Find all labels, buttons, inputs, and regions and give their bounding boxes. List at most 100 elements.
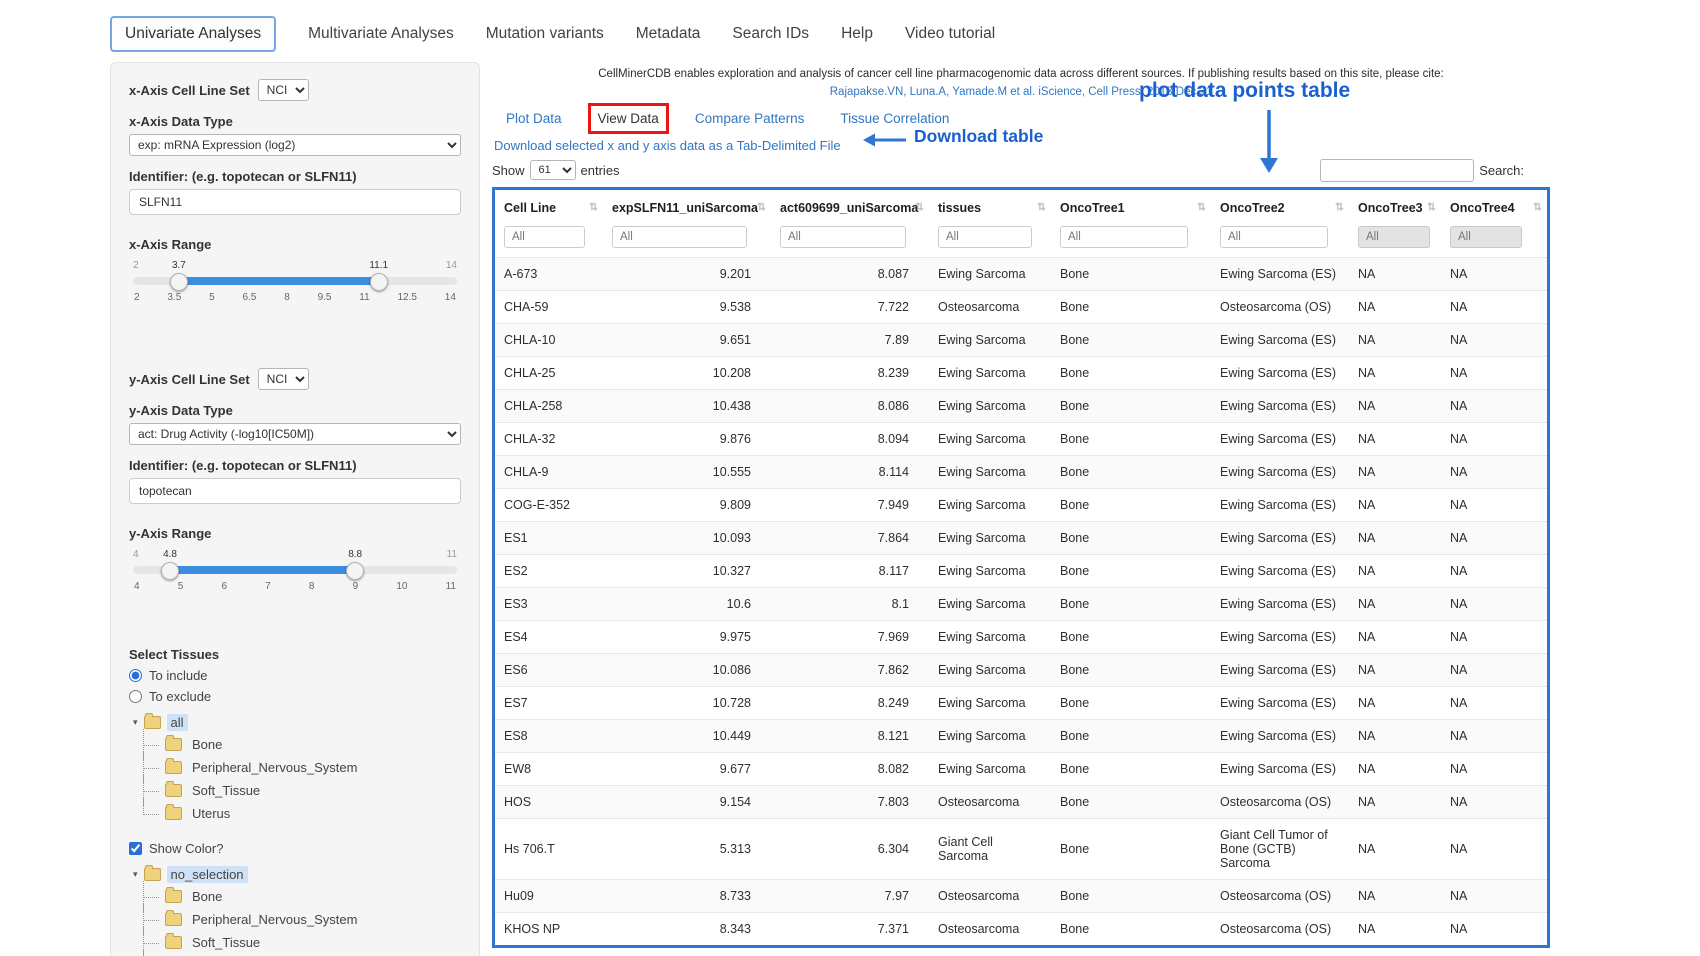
filter-input-oncotree2[interactable]	[1220, 226, 1328, 248]
slider-handle[interactable]	[170, 273, 188, 291]
entries-select[interactable]: 61	[530, 160, 576, 180]
table-cell: NA	[1441, 257, 1547, 290]
x-cell-line-set-select[interactable]: NCI	[258, 79, 309, 101]
subtab-tissue-correlation[interactable]: Tissue Correlation	[840, 111, 949, 126]
tree-item-label[interactable]: Bone	[188, 888, 226, 905]
sort-icon[interactable]: ⇅	[757, 200, 766, 213]
tree-exclude-root-label[interactable]: no_selection	[167, 866, 248, 883]
slider-track[interactable]	[133, 566, 457, 574]
tissues-include-radio[interactable]	[129, 669, 142, 682]
sort-icon[interactable]: ⇅	[1335, 200, 1344, 213]
show-color-checkbox[interactable]	[129, 842, 142, 855]
tab-help[interactable]: Help	[841, 17, 873, 51]
tree-include-root-label[interactable]: all	[167, 714, 188, 731]
y-cell-line-set-select[interactable]: NCI	[258, 368, 309, 390]
table-cell: 7.864	[771, 521, 929, 554]
tree-item-label[interactable]: Peripheral_Nervous_System	[188, 911, 361, 928]
table-cell: NA	[1441, 785, 1547, 818]
tree-item-label[interactable]: Soft_Tissue	[188, 934, 264, 951]
filter-input-tissues[interactable]	[938, 226, 1032, 248]
sort-icon[interactable]: ⇅	[1037, 200, 1046, 213]
table-cell: Ewing Sarcoma	[929, 488, 1051, 521]
sort-icon[interactable]: ⇅	[1427, 200, 1436, 213]
table-cell: Giant Cell Tumor of Bone (GCTB) Sarcoma	[1211, 818, 1349, 879]
table-cell: 9.201	[603, 257, 771, 290]
x-range-slider[interactable]: 23.711.11423.556.589.51112.514	[133, 260, 457, 312]
filter-input-oncotree4[interactable]	[1450, 226, 1522, 248]
y-identifier-input[interactable]	[129, 478, 461, 504]
tree-item-label[interactable]: Peripheral_Nervous_System	[188, 759, 361, 776]
table-cell: Bone	[1051, 620, 1211, 653]
table-cell: 8.117	[771, 554, 929, 587]
subtab-view-data[interactable]: View Data	[598, 111, 659, 126]
filter-cell	[495, 224, 603, 258]
tab-univariate-analyses[interactable]: Univariate Analyses	[110, 16, 276, 52]
filter-input-cell-line[interactable]	[504, 226, 585, 248]
filter-cell	[771, 224, 929, 258]
column-header-oncotree1[interactable]: OncoTree1⇅	[1051, 190, 1211, 224]
slider-tick-label: 10	[396, 581, 407, 592]
slider-handle[interactable]	[161, 562, 179, 580]
sort-icon[interactable]: ⇅	[1197, 200, 1206, 213]
filter-input-oncotree1[interactable]	[1060, 226, 1188, 248]
slider-handle[interactable]	[346, 562, 364, 580]
table-cell: 7.722	[771, 290, 929, 323]
tissues-exclude-label: To exclude	[149, 689, 211, 704]
tree-item-label[interactable]: Bone	[188, 736, 226, 753]
table-row: Hu098.7337.97OsteosarcomaBoneOsteosarcom…	[495, 879, 1547, 912]
table-cell: NA	[1349, 554, 1441, 587]
table-cell: Ewing Sarcoma (ES)	[1211, 389, 1349, 422]
tab-search-ids[interactable]: Search IDs	[732, 17, 809, 51]
slider-track[interactable]	[133, 277, 457, 285]
table-cell: 8.733	[603, 879, 771, 912]
tab-multivariate-analyses[interactable]: Multivariate Analyses	[308, 17, 454, 51]
y-data-type-label: y-Axis Data Type	[129, 403, 461, 418]
tree-caret-icon[interactable]: ▾	[133, 718, 138, 727]
subtab-plot-data[interactable]: Plot Data	[506, 111, 562, 126]
table-cell: 6.304	[771, 818, 929, 879]
citation-link[interactable]: Rajapakse.VN, Luna.A, Yamade.M et al. iS…	[492, 84, 1550, 102]
y-data-type-select[interactable]: act: Drug Activity (-log10[IC50M])	[129, 423, 461, 445]
table-cell: Ewing Sarcoma	[929, 752, 1051, 785]
sort-icon[interactable]: ⇅	[589, 200, 598, 213]
x-identifier-input[interactable]	[129, 189, 461, 215]
sort-icon[interactable]: ⇅	[1533, 200, 1542, 213]
filter-input-oncotree3[interactable]	[1358, 226, 1430, 248]
table-cell: Ewing Sarcoma	[929, 587, 1051, 620]
slider-value-label: 14	[446, 260, 457, 271]
tree-item-label[interactable]: Soft_Tissue	[188, 782, 264, 799]
filter-input-exp[interactable]	[612, 226, 747, 248]
tab-video-tutorial[interactable]: Video tutorial	[905, 17, 995, 51]
tab-mutation-variants[interactable]: Mutation variants	[486, 17, 604, 51]
table-row: EW89.6778.082Ewing SarcomaBoneEwing Sarc…	[495, 752, 1547, 785]
annotation-download-table-label: Download table	[914, 126, 1043, 147]
y-range-slider[interactable]: 44.88.8114567891011	[133, 549, 457, 601]
table-cell: Hs 706.T	[495, 818, 603, 879]
x-data-type-select[interactable]: exp: mRNA Expression (log2)	[129, 134, 461, 156]
column-header-oncotree3[interactable]: OncoTree3⇅	[1349, 190, 1441, 224]
table-row: COG-E-3529.8097.949Ewing SarcomaBoneEwin…	[495, 488, 1547, 521]
table-row: CHA-599.5387.722OsteosarcomaBoneOsteosar…	[495, 290, 1547, 323]
table-cell: HOS	[495, 785, 603, 818]
column-header-tissues[interactable]: tissues⇅	[929, 190, 1051, 224]
column-header-cell-line[interactable]: Cell Line⇅	[495, 190, 603, 224]
subtab-compare-patterns[interactable]: Compare Patterns	[695, 111, 805, 126]
column-header-exp[interactable]: expSLFN11_uniSarcoma⇅	[603, 190, 771, 224]
tree-item-label[interactable]: Uterus	[188, 805, 234, 822]
table-cell: Hu09	[495, 879, 603, 912]
slider-tick-label: 5	[178, 581, 184, 592]
tree-caret-icon[interactable]: ▾	[133, 870, 138, 879]
slider-handle[interactable]	[370, 273, 388, 291]
column-header-oncotree2[interactable]: OncoTree2⇅	[1211, 190, 1349, 224]
table-cell: Ewing Sarcoma (ES)	[1211, 455, 1349, 488]
sort-icon[interactable]: ⇅	[915, 200, 924, 213]
tissues-exclude-radio[interactable]	[129, 690, 142, 703]
column-header-act[interactable]: act609699_uniSarcoma⇅	[771, 190, 929, 224]
filter-input-act[interactable]	[780, 226, 906, 248]
search-input[interactable]	[1320, 159, 1474, 182]
table-cell: 8.114	[771, 455, 929, 488]
table-cell: Giant Cell Sarcoma	[929, 818, 1051, 879]
table-cell: Ewing Sarcoma (ES)	[1211, 686, 1349, 719]
column-header-oncotree4[interactable]: OncoTree4⇅	[1441, 190, 1547, 224]
tab-metadata[interactable]: Metadata	[636, 17, 701, 51]
